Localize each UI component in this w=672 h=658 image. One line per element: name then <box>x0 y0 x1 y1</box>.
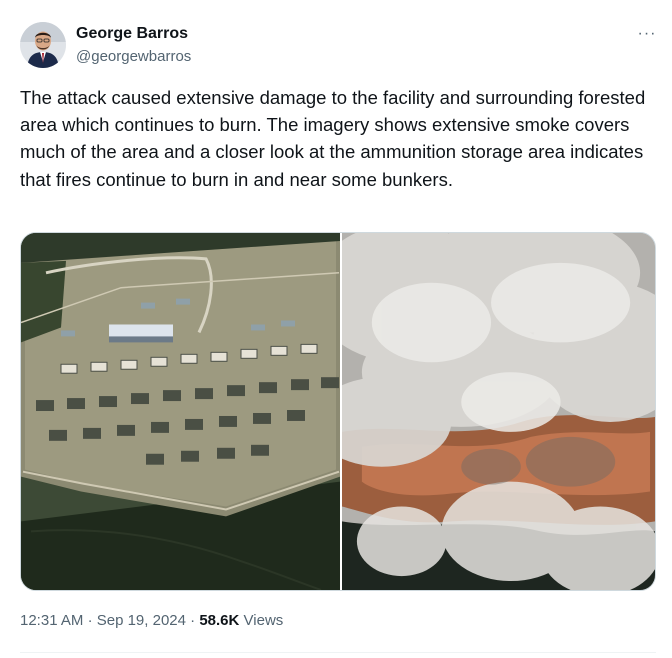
tweet-time[interactable]: 12:31 AM <box>20 612 83 629</box>
satellite-image-before[interactable] <box>21 233 340 590</box>
views-count[interactable]: 58.6K <box>199 612 239 629</box>
author-handle[interactable]: @georgewbarros <box>76 48 191 65</box>
avatar[interactable] <box>20 22 66 68</box>
meta-separator: · <box>87 612 93 629</box>
tweet-date[interactable]: Sep 19, 2024 <box>97 612 186 629</box>
tweet-media <box>20 232 656 591</box>
views-label: Views <box>243 612 284 629</box>
satellite-image-before-graphic <box>21 233 340 590</box>
tweet-card: George Barros @georgewbarros ··· The att… <box>0 0 672 658</box>
divider <box>20 652 656 653</box>
tweet-meta: 12:31 AM · Sep 19, 2024 · 58.6K Views <box>20 612 283 629</box>
tweet-text: The attack caused extensive damage to th… <box>20 87 646 190</box>
satellite-image-smoke-graphic <box>342 233 655 590</box>
avatar-photo <box>20 22 66 68</box>
meta-separator: · <box>190 612 196 629</box>
author-name[interactable]: George Barros <box>76 25 188 43</box>
more-options-button[interactable]: ··· <box>634 26 660 42</box>
more-horizontal-icon: ··· <box>637 25 657 42</box>
satellite-image-smoke[interactable] <box>342 233 655 590</box>
